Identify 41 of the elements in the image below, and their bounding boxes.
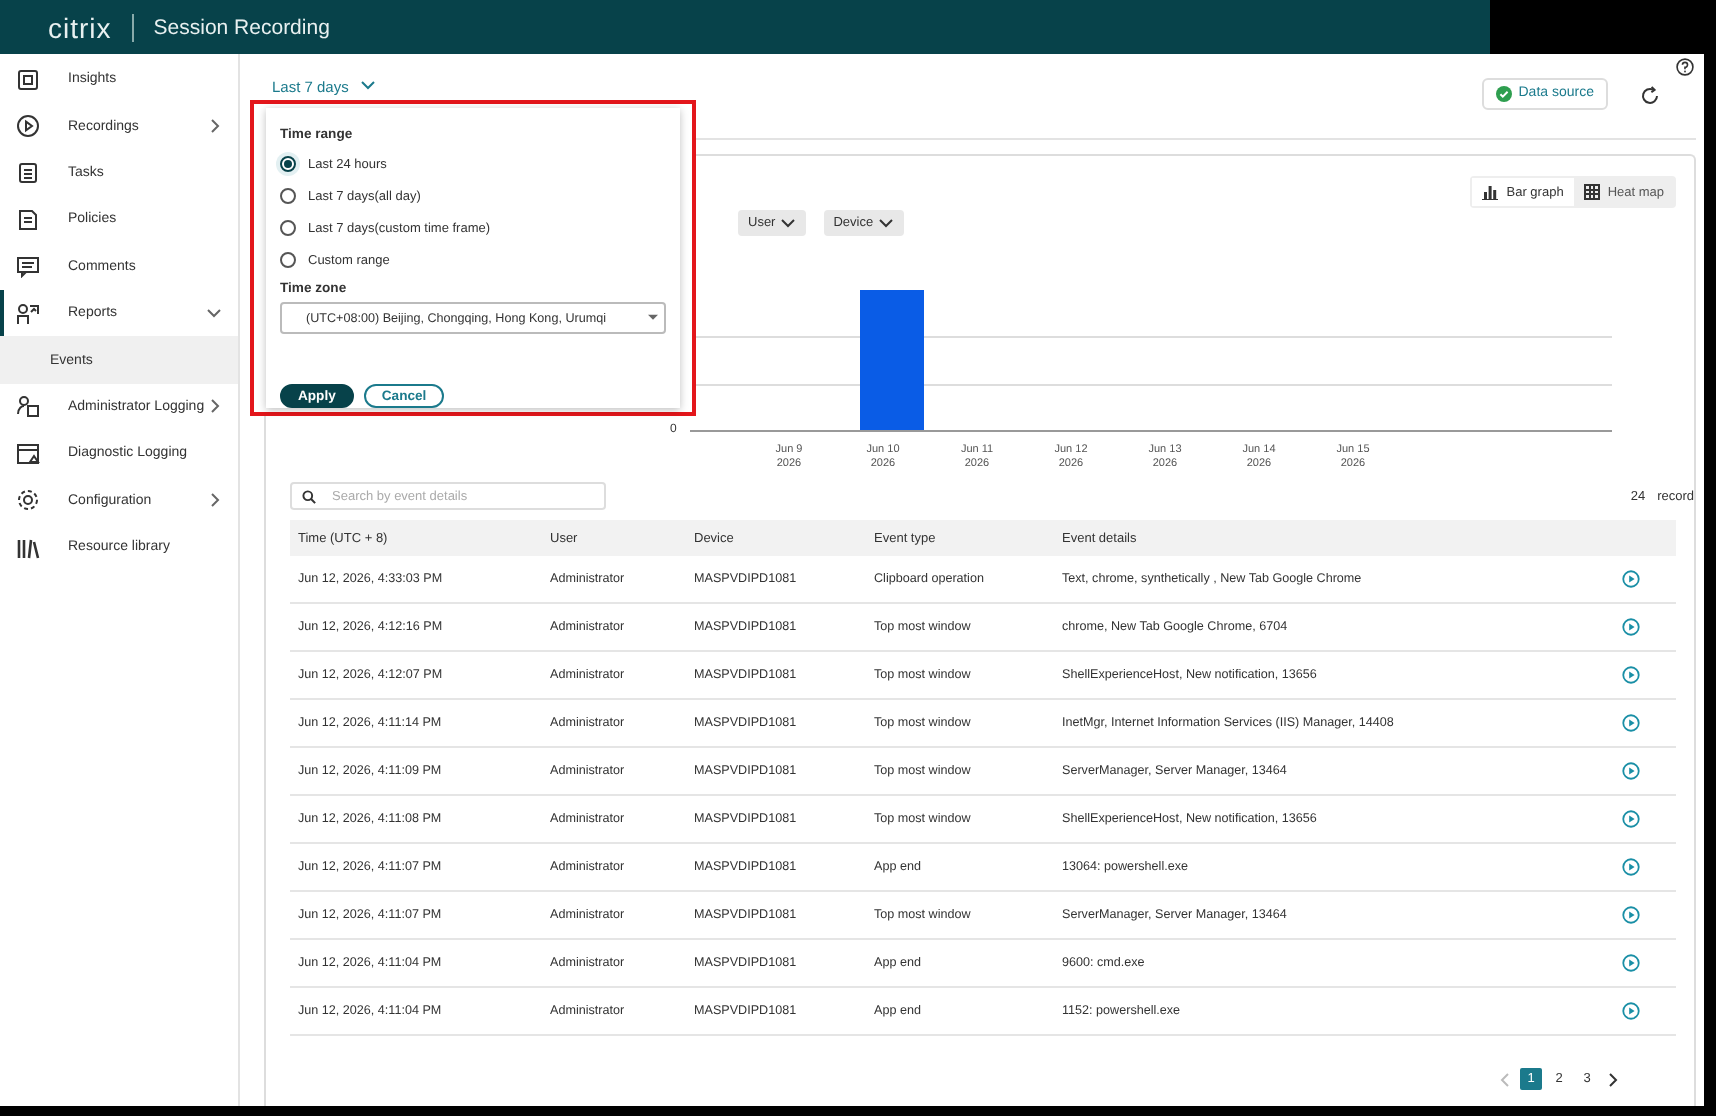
play-icon[interactable] [1622,762,1640,780]
radio-button[interactable] [280,156,296,172]
clipboard-icon [16,160,40,185]
dashboard-icon [16,67,40,92]
logo: citrix [48,11,112,43]
chevron-right-icon[interactable] [206,118,222,135]
play-icon[interactable] [1622,858,1640,876]
chevron-down-icon [360,78,377,94]
library-icon [16,535,40,560]
chevron-down-icon[interactable] [206,305,222,322]
play-icon[interactable] [1622,714,1640,732]
window-icon [16,441,40,466]
chevron-right-icon[interactable] [206,492,222,509]
play-icon[interactable] [1622,570,1640,588]
caret-icon [648,314,658,322]
radio-button[interactable] [280,188,296,204]
play-icon[interactable] [1622,954,1640,972]
radio-button[interactable] [280,252,296,268]
radio-button[interactable] [280,220,296,236]
check-circle-icon [1496,85,1513,101]
chevron-right-icon[interactable] [206,398,222,415]
play-icon[interactable] [1622,666,1640,684]
grid-icon [1583,184,1600,200]
chevron-right-icon[interactable] [1604,1071,1620,1087]
play-icon [16,114,40,139]
report-icon [16,301,40,326]
document-icon [16,207,40,232]
user-log-icon [16,394,40,419]
refresh-icon[interactable] [1640,86,1660,106]
comment-icon [16,254,40,279]
settings-icon [16,488,40,513]
chevron-down-icon [779,215,796,231]
play-icon[interactable] [1622,618,1640,636]
play-icon[interactable] [1622,906,1640,924]
chart-bar [859,290,923,430]
chevron-down-icon [877,215,894,231]
play-icon[interactable] [1622,1002,1640,1020]
bar-chart-icon [1482,184,1499,200]
play-icon[interactable] [1622,810,1640,828]
app-title: Session Recording [153,15,330,39]
help-icon[interactable] [1676,58,1694,76]
